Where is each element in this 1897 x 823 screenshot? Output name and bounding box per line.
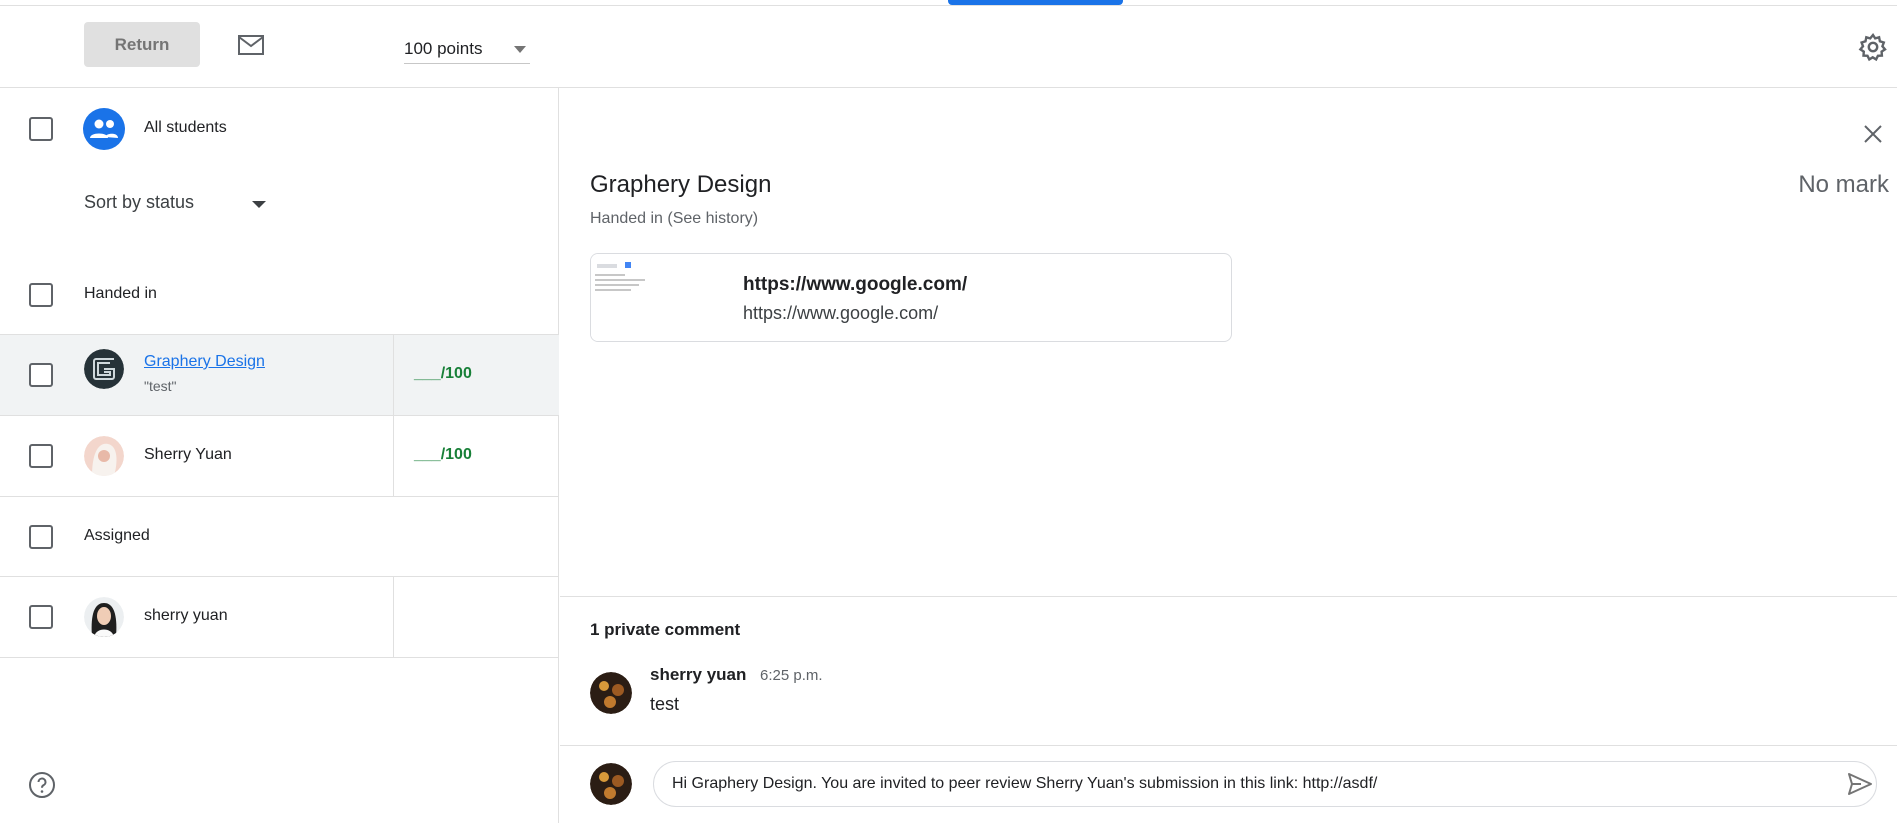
attachment-card[interactable]: https://www.google.com/ https://www.goog… [590, 253, 1232, 342]
sort-dropdown[interactable]: Sort by status [84, 192, 274, 222]
mail-icon[interactable] [237, 34, 265, 56]
chevron-down-icon [514, 46, 526, 53]
avatar [84, 597, 124, 637]
close-icon[interactable] [1862, 123, 1884, 145]
section-handed-in: Handed in [0, 255, 559, 335]
sort-label: Sort by status [84, 192, 195, 212]
compose-divider [560, 745, 1897, 746]
status-text: Handed in [590, 210, 663, 227]
student-row[interactable]: Sherry Yuan ___/100 [0, 416, 559, 497]
attachment-url: https://www.google.com/ [743, 303, 939, 323]
student-checkbox[interactable] [29, 444, 53, 468]
student-row[interactable]: Graphery Design "test" ___/100 [0, 335, 559, 416]
avatar [590, 672, 632, 714]
active-tab-indicator [948, 0, 1123, 5]
points-value: 100 points [404, 39, 483, 58]
help-icon[interactable] [28, 771, 56, 799]
section-checkbox[interactable] [29, 283, 53, 307]
avatar [84, 436, 124, 476]
grade-value: ___/100 [414, 446, 472, 463]
submission-status: Handed in (See history) [590, 210, 758, 228]
all-students-checkbox[interactable] [29, 117, 53, 141]
comments-header: 1 private comment [590, 620, 741, 639]
comment-timestamp: 6:25 p.m. [760, 667, 823, 684]
section-label: Handed in [84, 285, 157, 302]
section-label: Assigned [84, 527, 150, 544]
student-checkbox[interactable] [29, 605, 53, 629]
avatar [590, 763, 632, 805]
attachment-thumbnail [591, 254, 671, 341]
student-name: sherry yuan [144, 607, 228, 624]
mark-status: No mark [1798, 171, 1889, 198]
all-students-label: All students [144, 119, 227, 136]
private-comment-input[interactable] [653, 761, 1877, 807]
points-dropdown[interactable]: 100 points [404, 34, 530, 64]
gear-icon[interactable] [1858, 32, 1888, 62]
see-history-link[interactable]: (See history) [667, 210, 758, 227]
send-icon[interactable] [1847, 772, 1873, 796]
group-icon [83, 108, 125, 150]
grading-toolbar: Return 100 points [0, 6, 1897, 88]
grade-value: ___/100 [414, 365, 472, 382]
avatar [84, 349, 124, 389]
all-students-row[interactable]: All students [0, 88, 559, 168]
student-row[interactable]: sherry yuan [0, 577, 559, 658]
private-comments: 1 private comment sherry yuan 6:25 p.m. … [560, 596, 1897, 823]
section-assigned: Assigned [0, 497, 559, 577]
student-checkbox[interactable] [29, 363, 53, 387]
attachment-title: https://www.google.com/ [743, 274, 968, 295]
grade-cell[interactable]: ___/100 [393, 416, 559, 496]
chevron-down-icon [252, 201, 266, 208]
student-name-link[interactable]: Graphery Design [144, 353, 265, 371]
section-checkbox[interactable] [29, 525, 53, 549]
student-name: Sherry Yuan [144, 446, 232, 463]
return-button[interactable]: Return [84, 22, 200, 67]
comment-author: sherry yuan [650, 665, 747, 684]
grade-cell[interactable]: ___/100 [393, 335, 559, 415]
comment-text: test [650, 694, 680, 714]
submission-detail: Graphery Design No mark Handed in (See h… [560, 88, 1897, 823]
student-roster: All students Sort by status Handed in Gr… [0, 88, 559, 823]
grade-cell[interactable] [393, 577, 559, 657]
student-private-note: "test" [144, 378, 177, 394]
page-title: Graphery Design [590, 171, 772, 198]
